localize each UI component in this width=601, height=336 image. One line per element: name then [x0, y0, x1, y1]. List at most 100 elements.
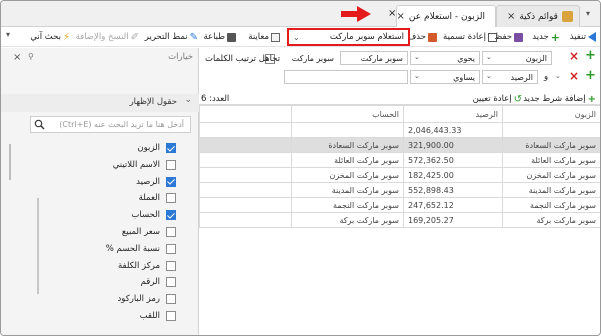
- delete-button[interactable]: حذف: [407, 30, 437, 44]
- field-option[interactable]: الزبون: [26, 140, 176, 156]
- cell-customer[interactable]: سوبر ماركت النجمة: [502, 197, 600, 213]
- table-row[interactable]: سوبر ماركت بركة 169,205.27 سوبر ماركت بركة: [199, 212, 600, 228]
- condition-operator-select[interactable]: يحوي ⌄: [410, 51, 480, 65]
- close-icon[interactable]: ×: [397, 11, 405, 22]
- cell-customer[interactable]: سوبر ماركت بركة: [502, 212, 600, 228]
- condition-value-input[interactable]: [284, 70, 408, 84]
- remove-condition-icon[interactable]: ×: [569, 69, 579, 83]
- cell-balance[interactable]: 572,362.50: [403, 152, 503, 168]
- column-header-customer[interactable]: الزبون: [502, 105, 600, 123]
- edit-style-button[interactable]: ✎ نمط التحرير: [145, 30, 198, 44]
- field-checkbox[interactable]: [166, 176, 176, 187]
- column-header-balance[interactable]: الرصيد: [403, 105, 503, 123]
- remove-condition-icon[interactable]: ×: [569, 49, 579, 63]
- cell-customer[interactable]: سوبر ماركت السعادة: [502, 137, 600, 153]
- cell-empty[interactable]: [199, 137, 292, 153]
- chevron-down-icon[interactable]: ⌄: [555, 72, 561, 80]
- field-option[interactable]: الرصيد: [26, 174, 176, 190]
- cell-account[interactable]: سوبر ماركت السعادة: [291, 137, 404, 153]
- cell-balance[interactable]: 552,898.43: [403, 182, 503, 198]
- table-row[interactable]: سوبر ماركت السعادة 321,900.00 سوبر ماركت ا…: [199, 137, 600, 153]
- cell-balance[interactable]: 247,652.12: [403, 197, 503, 213]
- cell-empty[interactable]: [199, 197, 292, 213]
- field-option[interactable]: مركز الكلفة: [26, 258, 176, 274]
- close-icon[interactable]: ×: [13, 52, 21, 63]
- field-option[interactable]: نسبة الحسم %: [26, 241, 176, 257]
- field-checkbox[interactable]: [166, 159, 176, 170]
- condition-field-select[interactable]: الزبون ⌄: [482, 51, 552, 65]
- field-checkbox[interactable]: [166, 243, 176, 254]
- execute-button[interactable]: تنفيذ: [570, 30, 596, 44]
- add-condition-icon[interactable]: +: [585, 48, 596, 63]
- query-name-select[interactable]: استعلام سوبر ماركت ⌄: [287, 28, 410, 46]
- instant-search-button[interactable]: ⚡ بحث آني: [30, 30, 70, 44]
- display-fields-section[interactable]: ⌄ حقول الإظهار: [1, 94, 199, 112]
- field-option[interactable]: رمز الباركود: [26, 291, 176, 307]
- field-option[interactable]: الاسم اللاتيني: [26, 157, 176, 173]
- save-label: حفظ: [494, 32, 512, 42]
- close-icon[interactable]: ×: [507, 11, 515, 22]
- tab-label: الزبون - استعلام عن: [408, 11, 485, 22]
- field-checkbox[interactable]: [166, 311, 176, 321]
- table-row[interactable]: سوبر ماركت المدينة 552,898.43 سوبر ماركت ا…: [199, 182, 600, 198]
- field-checkbox[interactable]: [166, 210, 176, 221]
- cell-empty[interactable]: [199, 212, 292, 228]
- table-row[interactable]: سوبر ماركت المخزن 182,425.00 سوبر ماركت ال…: [199, 167, 600, 183]
- field-checkbox[interactable]: [166, 143, 176, 153]
- new-button[interactable]: + جديد: [532, 30, 560, 44]
- rename-button[interactable]: إعادة تسمية: [443, 30, 497, 44]
- field-checkbox[interactable]: [166, 193, 176, 204]
- close-icon[interactable]: ×: [388, 8, 396, 19]
- field-option[interactable]: الحساب: [26, 207, 176, 223]
- field-label: رمز الباركود: [117, 294, 160, 305]
- condition-operator-select[interactable]: يساوي ⌄: [410, 70, 480, 84]
- pencil-icon: ✎: [189, 31, 198, 43]
- table-row[interactable]: سوبر ماركت النجمة 247,652.12 سوبر ماركت ال…: [199, 197, 600, 213]
- cell-account[interactable]: سوبر ماركت المخزن: [291, 167, 404, 183]
- search-icon: [34, 119, 45, 130]
- preview-button[interactable]: معاينة: [248, 30, 280, 44]
- panel-scrollbar[interactable]: [9, 144, 11, 180]
- cell-customer[interactable]: سوبر ماركت المخزن: [502, 167, 600, 183]
- cell-empty[interactable]: [199, 182, 292, 198]
- tab-smart-lists[interactable]: قوائم ذكية ×: [496, 5, 580, 27]
- field-checkbox[interactable]: [166, 294, 176, 305]
- delete-label: حذف: [407, 32, 426, 42]
- table-row[interactable]: سوبر ماركت العائلة 572,362.50 سوبر ماركت ا…: [199, 152, 600, 168]
- cell-account[interactable]: سوبر ماركت بركة: [291, 212, 404, 228]
- print-button[interactable]: طباعة: [203, 30, 236, 44]
- condition-value2-input[interactable]: سوبر ماركت: [284, 51, 338, 65]
- tab-customer-query[interactable]: الزبون - استعلام عن ×: [396, 5, 496, 27]
- field-checkbox[interactable]: [166, 260, 176, 271]
- add-condition-icon[interactable]: +: [585, 68, 596, 83]
- copy-format-button[interactable]: ✐ النسخ والإضافة: [76, 30, 139, 44]
- chevron-down-icon: ⌄: [293, 33, 300, 42]
- save-button[interactable]: حفظ: [494, 30, 523, 44]
- condition-value-input[interactable]: سوبر ماركت: [340, 51, 408, 65]
- new-label: جديد: [532, 32, 549, 42]
- cell-customer[interactable]: سوبر ماركت العائلة: [502, 152, 600, 168]
- cell-balance[interactable]: 169,205.27: [403, 212, 503, 228]
- cell-empty[interactable]: [199, 167, 292, 183]
- cell-empty[interactable]: [199, 152, 292, 168]
- field-option[interactable]: اللقب: [26, 308, 176, 324]
- field-label: نسبة الحسم %: [105, 243, 160, 254]
- cell-customer[interactable]: سوبر ماركت المدينة: [502, 182, 600, 198]
- fields-search-input[interactable]: أدخل هنا ما تريد البحث عنه (Ctrl+E): [30, 116, 191, 133]
- pin-icon[interactable]: ⚲: [28, 52, 34, 61]
- field-option[interactable]: العملة: [26, 190, 176, 206]
- cell-account[interactable]: سوبر ماركت العائلة: [291, 152, 404, 168]
- cell-balance[interactable]: 321,900.00: [403, 137, 503, 153]
- cell-account[interactable]: سوبر ماركت النجمة: [291, 197, 404, 213]
- field-option[interactable]: سعر المبيع: [26, 224, 176, 240]
- condition-field-select[interactable]: الرصيد ⌄: [482, 70, 538, 84]
- field-checkbox[interactable]: [166, 277, 176, 288]
- field-option[interactable]: الرقم: [26, 274, 176, 290]
- column-header-account[interactable]: الحساب: [291, 105, 404, 123]
- field-checkbox[interactable]: [166, 227, 176, 237]
- cell-account[interactable]: سوبر ماركت المدينة: [291, 182, 404, 198]
- condition-connector[interactable]: و: [544, 72, 548, 82]
- chevron-down-icon[interactable]: ▾: [586, 9, 590, 18]
- cell-balance[interactable]: 182,425.00: [403, 167, 503, 183]
- chevron-down-icon[interactable]: ▾: [6, 30, 10, 39]
